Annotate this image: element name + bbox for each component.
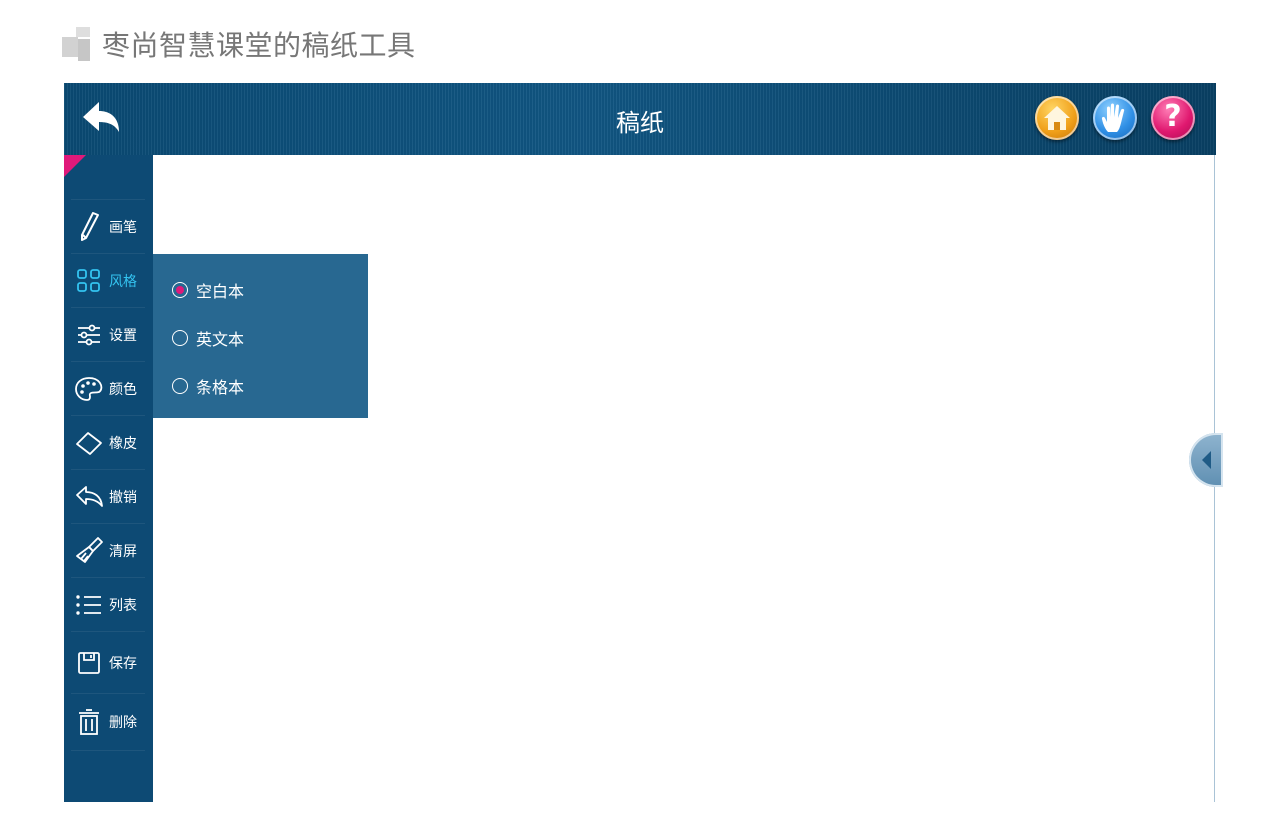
sidebar-item-undo[interactable]: 撤销	[71, 469, 145, 524]
grid-icon	[77, 269, 100, 292]
home-button[interactable]	[1035, 96, 1079, 140]
sidebar-item-save[interactable]: 保存	[71, 631, 145, 694]
logo-icon	[62, 27, 92, 61]
radio-icon	[172, 282, 188, 298]
style-option-label: 英文本	[196, 330, 245, 349]
sidebar-item-color[interactable]: 颜色	[71, 361, 145, 416]
sidebar-item-label: 风格	[109, 274, 137, 290]
pen-icon	[81, 212, 99, 241]
sidebar-item-label: 删除	[109, 715, 137, 731]
sidebar-item-label: 撤销	[109, 490, 137, 506]
sidebar-item-clear[interactable]: 清屏	[71, 523, 145, 578]
page-heading: 枣尚智慧课堂的稿纸工具	[62, 24, 416, 64]
chevron-left-icon	[1202, 451, 1211, 469]
save-icon	[78, 652, 100, 674]
top-bar: 稿纸 ?	[64, 83, 1216, 155]
sidebar-item-delete[interactable]: 删除	[71, 693, 145, 751]
eraser-icon	[76, 432, 102, 455]
sidebar-item-label: 设置	[109, 328, 137, 344]
hand-button[interactable]	[1093, 96, 1137, 140]
style-option-lined[interactable]: 条格本	[172, 374, 244, 398]
sidebar-item-label: 颜色	[109, 382, 137, 398]
sliders-icon	[78, 324, 100, 346]
sidebar: 画笔 风格 设置 颜色 橡皮 撤销 清屏 列表 保存 删除	[64, 155, 153, 802]
style-option-label: 条格本	[196, 378, 245, 397]
style-option-blank[interactable]: 空白本	[172, 278, 244, 302]
radio-icon	[172, 330, 188, 346]
sidebar-item-label: 保存	[109, 656, 137, 672]
sidebar-item-label: 橡皮	[109, 436, 137, 452]
sidebar-item-label: 列表	[109, 598, 137, 614]
help-button[interactable]: ?	[1151, 96, 1195, 140]
sidebar-item-eraser[interactable]: 橡皮	[71, 415, 145, 470]
trash-icon	[79, 709, 99, 735]
sidebar-item-style[interactable]: 风格	[71, 253, 145, 308]
style-dropdown-panel: 空白本 英文本 条格本	[153, 254, 368, 418]
sidebar-item-label: 画笔	[109, 220, 137, 236]
style-option-english[interactable]: 英文本	[172, 326, 244, 350]
hand-icon	[1101, 103, 1125, 132]
app-window: 稿纸 ? 画笔 风格 设置 颜色 橡皮 撤销 清屏 列表 保存 删除 空白本 英…	[64, 83, 1223, 802]
sidebar-corner-tag	[64, 155, 86, 177]
sidebar-item-settings[interactable]: 设置	[71, 307, 145, 362]
sidebar-item-pen[interactable]: 画笔	[71, 199, 145, 254]
page-heading-text: 枣尚智慧课堂的稿纸工具	[102, 29, 416, 62]
drawing-canvas[interactable]	[153, 155, 1214, 802]
question-mark-icon: ?	[1164, 99, 1182, 134]
undo-icon	[76, 486, 103, 507]
style-option-label: 空白本	[196, 282, 245, 301]
radio-icon	[172, 378, 188, 394]
list-icon	[76, 595, 101, 615]
sidebar-item-label: 清屏	[109, 544, 137, 560]
brush-icon	[76, 537, 103, 563]
home-icon	[1044, 106, 1070, 130]
sidebar-item-list[interactable]: 列表	[71, 577, 145, 632]
palette-icon	[75, 377, 103, 401]
